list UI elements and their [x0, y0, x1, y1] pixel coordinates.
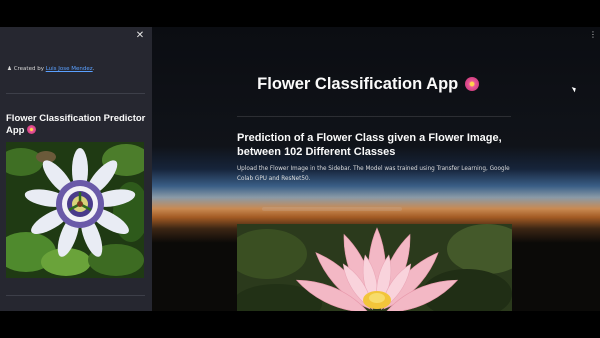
app-window: ✕ ♟ Created by Luis Jose Mendez. Flower … [0, 27, 600, 311]
mouse-cursor-icon [571, 85, 578, 93]
created-by-text: ♟ Created by Luis Jose Mendez. [7, 66, 94, 72]
user-icon: ♟ [7, 66, 12, 72]
passion-flower-illustration [6, 142, 144, 278]
hibiscus-icon [27, 125, 37, 134]
sidebar-divider-top [6, 93, 145, 94]
main-content: ⋮ Flower Classification App Prediction o… [152, 27, 600, 311]
page-title: Flower Classification App [238, 75, 498, 94]
author-link[interactable]: Luis Jose Mendez [46, 66, 93, 72]
created-suffix: . [92, 66, 95, 72]
sidebar-title-text: Flower Classification Predictor App [6, 113, 146, 136]
sidebar-divider-bottom [6, 295, 145, 296]
horizon-glow [262, 207, 402, 211]
hibiscus-icon [464, 77, 479, 91]
section-heading: Prediction of a Flower Class given a Flo… [237, 132, 502, 158]
created-prefix: Created by [13, 66, 46, 72]
sidebar-title: Flower Classification Predictor App [6, 113, 148, 137]
close-icon[interactable]: ✕ [135, 31, 145, 41]
description-text: Upload the Flower Image in the Sidebar. … [237, 166, 510, 182]
main-divider [237, 116, 511, 117]
page-title-text: Flower Classification App [257, 75, 459, 93]
lotus-flower-image [237, 224, 512, 311]
sidebar: ✕ ♟ Created by Luis Jose Mendez. Flower … [0, 27, 152, 311]
passion-flower-image [6, 142, 144, 278]
lotus-flower-illustration [237, 224, 512, 311]
kebab-menu-icon[interactable]: ⋮ [589, 30, 597, 40]
